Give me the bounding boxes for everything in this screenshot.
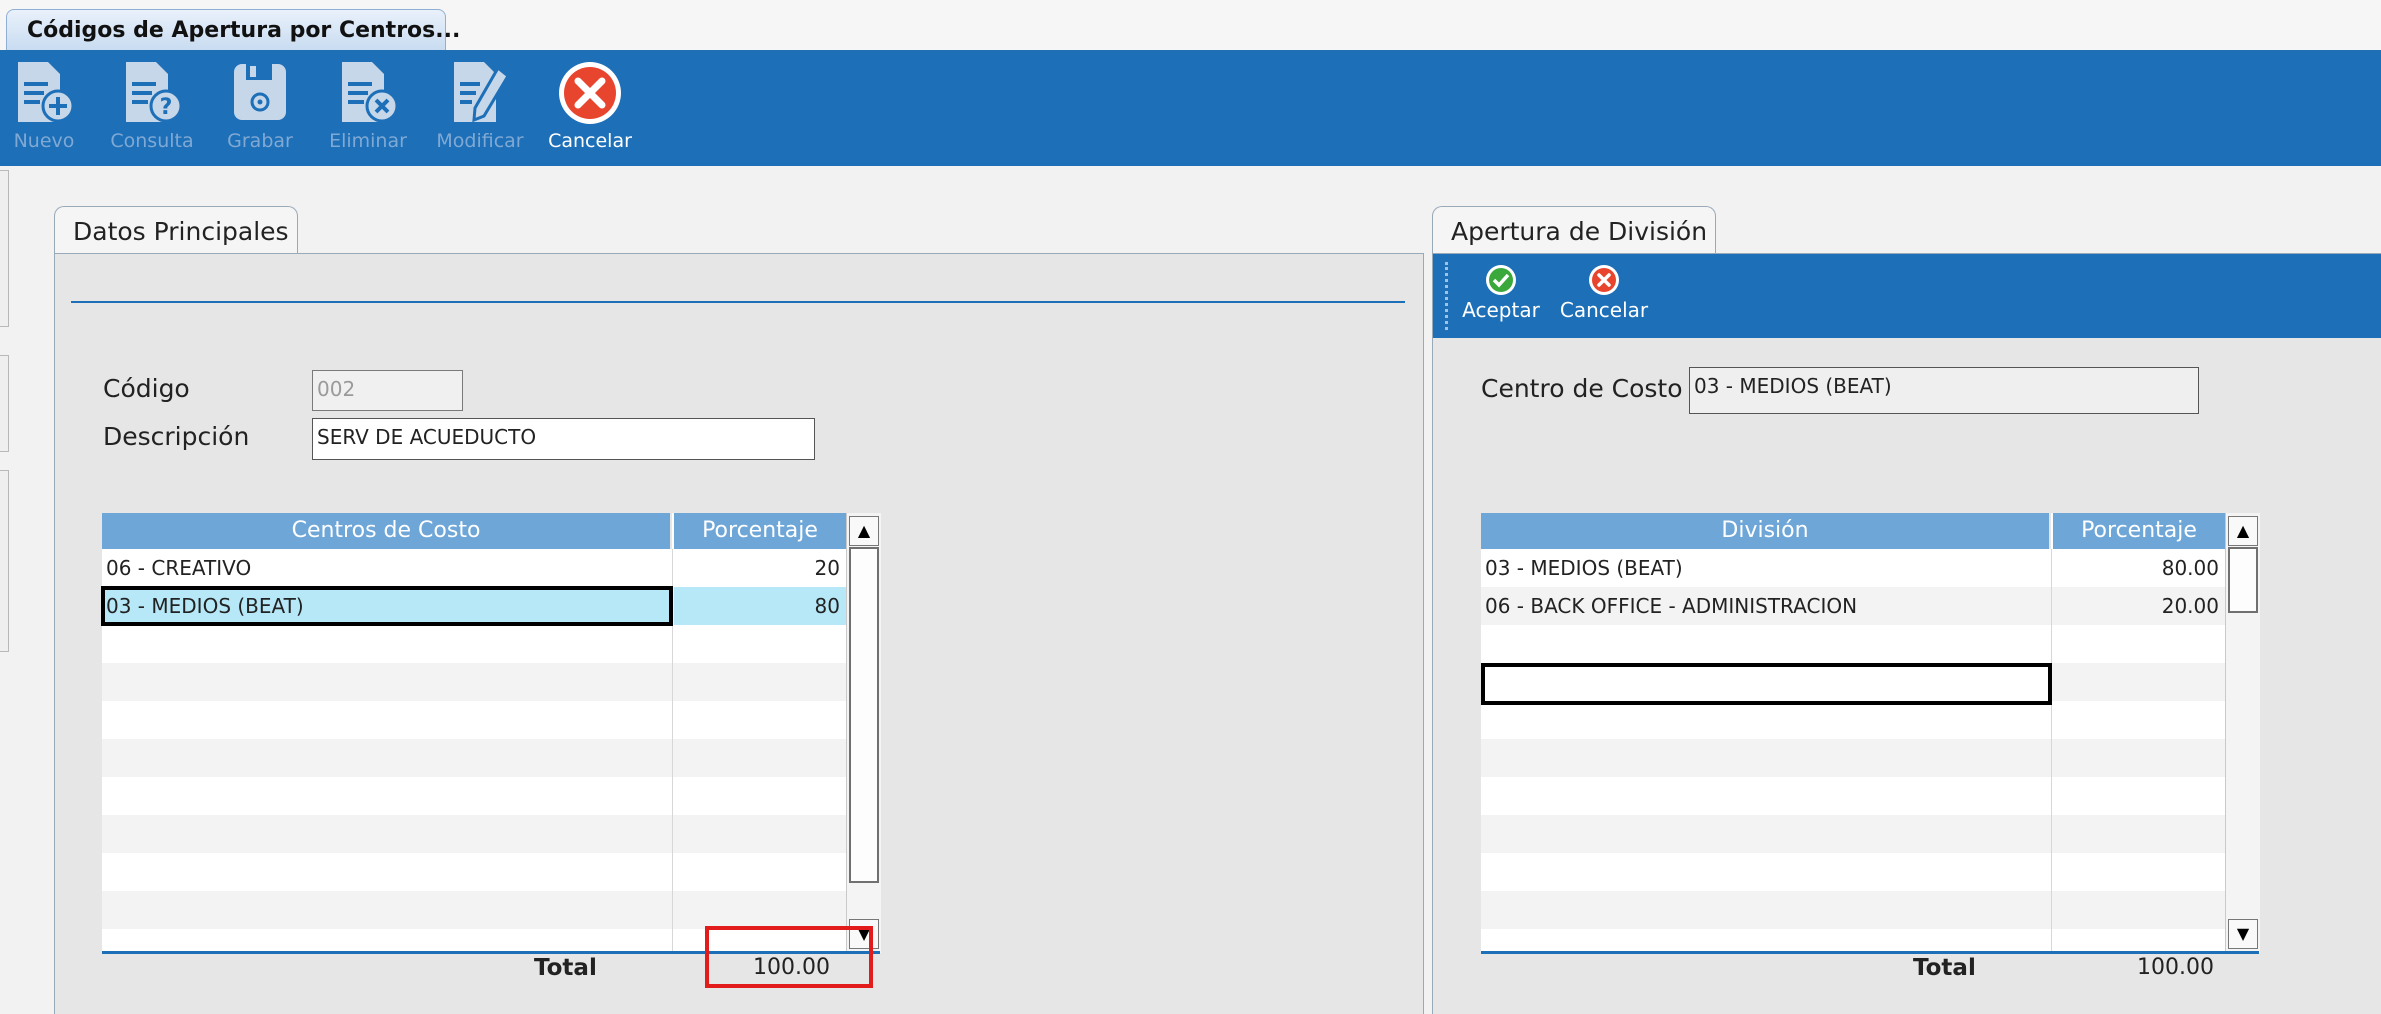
tab-apertura-division[interactable]: Apertura de División — [1432, 206, 1716, 254]
document-query-icon: ? — [126, 62, 183, 123]
table-row[interactable]: 06 - CREATIVO 20 — [102, 549, 846, 587]
scroll-thumb[interactable] — [2228, 547, 2258, 613]
cancel-icon — [1589, 265, 1619, 295]
codigo-field[interactable]: 002 — [312, 370, 463, 411]
scroll-down-arrow-icon[interactable]: ▼ — [2228, 919, 2258, 949]
delete-button[interactable]: Eliminar — [326, 60, 410, 152]
window-tab-title: Códigos de Apertura por Centros... — [27, 17, 461, 43]
toolbar-grip — [1445, 262, 1448, 330]
new-row-cell[interactable] — [1481, 663, 2052, 705]
save-label: Grabar — [227, 130, 293, 152]
accept-button[interactable]: Aceptar — [1459, 264, 1543, 322]
cell-division: 06 - BACK OFFICE - ADMINISTRACION — [1485, 594, 1858, 618]
table-row[interactable]: 03 - MEDIOS (BEAT) 80.00 — [1481, 549, 2225, 587]
tab-apertura-division-label: Apertura de División — [1451, 217, 1708, 246]
save-button[interactable]: Grabar — [222, 60, 298, 152]
descripcion-label: Descripción — [103, 422, 250, 451]
gutter-tab-2[interactable] — [0, 355, 9, 452]
centro-costo-label: Centro de Costo — [1481, 374, 1683, 403]
division-toolbar: Aceptar Cancelar — [1433, 254, 2381, 338]
cell-porcentaje: 20.00 — [2161, 594, 2219, 618]
centro-costo-field[interactable]: 03 - MEDIOS (BEAT) — [1689, 367, 2199, 414]
cancel-label: Cancelar — [548, 130, 632, 152]
panel-divider — [71, 301, 1405, 303]
column-header-porcentaje[interactable]: Porcentaje — [674, 513, 846, 549]
table-row-selected[interactable]: 03 - MEDIOS (BEAT) 80 — [101, 586, 846, 626]
cell-division: 03 - MEDIOS (BEAT) — [1485, 556, 1683, 580]
highlight-box — [705, 926, 873, 988]
scroll-up-arrow-icon[interactable]: ▲ — [849, 516, 879, 546]
tab-datos-principales-label: Datos Principales — [73, 217, 289, 246]
division-total-label: Total — [1913, 955, 1976, 981]
descripcion-field[interactable]: SERV DE ACUEDUCTO — [312, 418, 815, 460]
scroll-up-arrow-icon[interactable]: ▲ — [2228, 516, 2258, 546]
division-cancel-button[interactable]: Cancelar — [1557, 264, 1651, 322]
codigo-label: Código — [103, 374, 190, 403]
new-label: Nuevo — [13, 130, 75, 152]
window-tab[interactable]: Códigos de Apertura por Centros... — [6, 9, 460, 50]
table-row[interactable]: 06 - BACK OFFICE - ADMINISTRACION 20.00 — [1481, 587, 2225, 625]
column-header-division[interactable]: División — [1481, 513, 2051, 549]
cell-centro: 06 - CREATIVO — [106, 556, 252, 580]
cell-porcentaje: 20 — [814, 556, 840, 580]
accept-label: Aceptar — [1462, 298, 1540, 322]
cell-porcentaje: 80 — [814, 594, 840, 618]
delete-label: Eliminar — [329, 130, 407, 152]
column-header-centros[interactable]: Centros de Costo — [102, 513, 672, 549]
scroll-thumb[interactable] — [849, 547, 879, 883]
save-icon — [234, 64, 286, 120]
cell-porcentaje: 80.00 — [2161, 556, 2219, 580]
document-delete-icon — [342, 62, 399, 123]
left-gutter — [0, 170, 10, 652]
vertical-scrollbar[interactable]: ▲ ▼ — [2225, 513, 2260, 953]
main-toolbar: Nuevo ? Consulta Grabar Eliminar Modific… — [0, 52, 2381, 166]
cancel-button[interactable]: Cancelar — [546, 60, 634, 152]
document-edit-icon — [454, 62, 510, 123]
consult-button[interactable]: ? Consulta — [108, 60, 196, 152]
svg-text:?: ? — [160, 95, 173, 120]
document-add-icon — [18, 62, 75, 123]
division-total-value: 100.00 — [2137, 955, 2214, 980]
modify-button[interactable]: Modificar — [430, 60, 530, 152]
vertical-scrollbar[interactable]: ▲ ▼ — [846, 513, 881, 953]
centros-costo-grid: Centros de Costo Porcentaje 06 - CREATIV… — [101, 513, 881, 953]
cell-centro: 03 - MEDIOS (BEAT) — [106, 594, 304, 618]
consult-label: Consulta — [110, 130, 194, 152]
division-cancel-label: Cancelar — [1559, 298, 1649, 322]
cancel-icon — [559, 62, 621, 124]
tab-datos-principales[interactable]: Datos Principales — [54, 206, 298, 254]
grid-footer-line — [1481, 951, 2259, 954]
division-grid: División Porcentaje 03 - MEDIOS (BEAT) 8… — [1481, 513, 2260, 953]
gutter-tab-3[interactable] — [0, 470, 9, 652]
accept-icon — [1486, 265, 1516, 295]
gutter-tab-1[interactable] — [0, 170, 9, 327]
total-label: Total — [534, 955, 597, 981]
column-header-porcentaje[interactable]: Porcentaje — [2053, 513, 2225, 549]
new-button[interactable]: Nuevo — [8, 60, 80, 152]
modify-label: Modificar — [436, 130, 524, 152]
